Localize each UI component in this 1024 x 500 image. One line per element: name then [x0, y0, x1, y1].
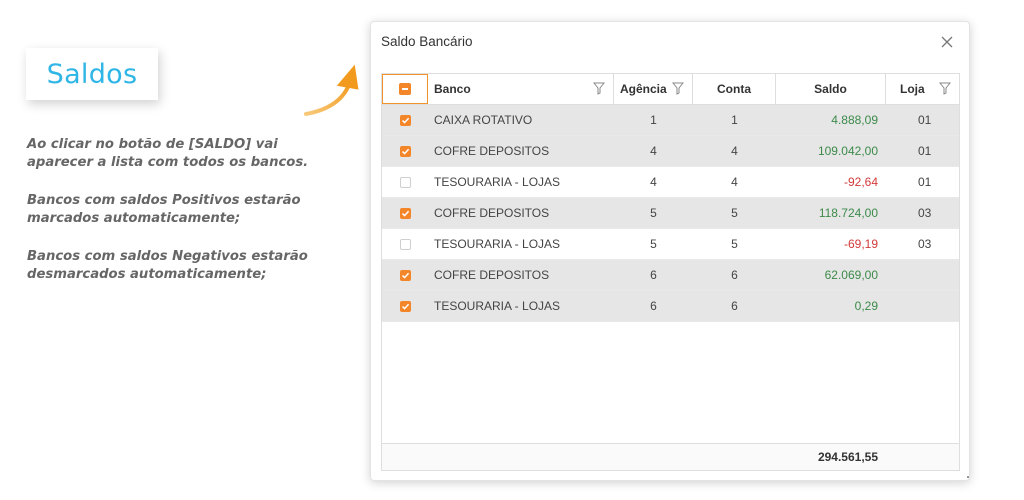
- table-row[interactable]: TESOURARIA - LOJAS 4 4 -92,64 01: [382, 167, 959, 198]
- check-icon: [401, 117, 409, 124]
- column-header-banco[interactable]: Banco: [428, 74, 614, 104]
- grid-header: Banco Agência Conta Saldo Loja: [382, 74, 959, 105]
- cell-agencia: 1: [650, 113, 657, 127]
- cell-banco: CAIXA ROTATIVO: [434, 113, 533, 127]
- row-checkbox-cell[interactable]: [382, 167, 428, 197]
- cell-loja: [886, 260, 959, 290]
- select-all-checkbox[interactable]: [399, 83, 411, 95]
- column-header-agencia[interactable]: Agência: [614, 74, 693, 104]
- cell-saldo: -69,19: [843, 237, 878, 251]
- cell-agencia: 5: [650, 237, 657, 251]
- cell-agencia: 5: [650, 206, 657, 220]
- cell-conta: 6: [731, 268, 738, 282]
- cell-conta: 4: [731, 175, 738, 189]
- note-3: Bancos com saldos Negativos estarão desm…: [27, 249, 308, 282]
- row-checkbox[interactable]: [399, 145, 411, 157]
- table-row[interactable]: CAIXA ROTATIVO 1 1 4.888,09 01: [382, 105, 959, 136]
- cell-conta: 4: [731, 144, 738, 158]
- cell-banco: COFRE DEPOSITOS: [434, 268, 550, 282]
- dialog-header: Saldo Bancário: [371, 22, 969, 64]
- cell-saldo: 109.042,00: [817, 144, 878, 158]
- table-row[interactable]: COFRE DEPOSITOS 4 4 109.042,00 01: [382, 136, 959, 167]
- cell-banco: TESOURARIA - LOJAS: [434, 237, 561, 251]
- check-icon: [401, 210, 409, 217]
- cell-loja: 03: [918, 237, 932, 251]
- cell-conta: 5: [731, 237, 738, 251]
- row-checkbox-cell[interactable]: [382, 229, 428, 259]
- row-checkbox[interactable]: [399, 300, 411, 312]
- cell-saldo: -92,64: [843, 175, 878, 189]
- cell-saldo: 118.724,00: [818, 206, 878, 220]
- row-checkbox-cell[interactable]: [382, 198, 428, 228]
- resize-dot: [967, 476, 969, 478]
- cell-banco: COFRE DEPOSITOS: [434, 144, 550, 158]
- saldo-total: 294.561,55: [817, 450, 878, 464]
- cell-agencia: 6: [650, 268, 657, 282]
- saldo-bancario-dialog: Saldo Bancário Banco Agência Conta Saldo…: [370, 21, 970, 481]
- column-label-agencia: Agência: [620, 82, 667, 96]
- cell-loja: 03: [918, 206, 932, 220]
- column-label-banco: Banco: [434, 82, 471, 96]
- cell-conta: 5: [731, 206, 738, 220]
- note-2: Bancos com saldos Positivos estarão marc…: [27, 193, 301, 226]
- column-header-conta[interactable]: Conta: [693, 74, 776, 104]
- cell-agencia: 6: [650, 299, 657, 313]
- column-header-saldo[interactable]: Saldo: [776, 74, 886, 104]
- cell-loja: [886, 291, 959, 321]
- cell-conta: 6: [731, 299, 738, 313]
- saldos-label: Saldos: [46, 58, 138, 90]
- row-checkbox[interactable]: [399, 238, 411, 250]
- row-checkbox[interactable]: [399, 176, 411, 188]
- cell-agencia: 4: [650, 144, 657, 158]
- grid-footer: 294.561,55: [382, 443, 959, 470]
- cell-agencia: 4: [650, 175, 657, 189]
- cell-banco: TESOURARIA - LOJAS: [434, 175, 561, 189]
- table-row[interactable]: TESOURARIA - LOJAS 5 5 -69,19 03: [382, 229, 959, 260]
- check-icon: [401, 272, 409, 279]
- cell-loja: 01: [918, 144, 932, 158]
- row-checkbox-cell[interactable]: [382, 291, 428, 321]
- saldos-label-box: Saldos: [26, 48, 158, 100]
- column-label-conta: Conta: [717, 82, 751, 96]
- cell-saldo: 62.069,00: [824, 268, 878, 282]
- check-icon: [401, 303, 409, 310]
- row-checkbox[interactable]: [399, 114, 411, 126]
- cell-conta: 1: [731, 113, 738, 127]
- select-all-cell[interactable]: [382, 74, 428, 104]
- cell-loja: 01: [918, 175, 932, 189]
- row-checkbox[interactable]: [399, 207, 411, 219]
- cell-banco: TESOURARIA - LOJAS: [434, 299, 561, 313]
- cell-loja: 01: [918, 113, 932, 127]
- close-icon[interactable]: [939, 34, 955, 50]
- indeterminate-icon: [402, 88, 408, 90]
- table-row[interactable]: COFRE DEPOSITOS 6 6 62.069,00: [382, 260, 959, 291]
- cell-banco: COFRE DEPOSITOS: [434, 206, 550, 220]
- row-checkbox[interactable]: [399, 269, 411, 281]
- curved-arrow-icon: [304, 64, 359, 116]
- bank-balance-grid: Banco Agência Conta Saldo Loja CAIXA ROT…: [381, 73, 960, 471]
- table-row[interactable]: TESOURARIA - LOJAS 6 6 0,29: [382, 291, 959, 322]
- row-checkbox-cell[interactable]: [382, 136, 428, 166]
- dialog-title: Saldo Bancário: [381, 34, 473, 49]
- filter-icon-agencia[interactable]: [672, 82, 684, 95]
- column-label-saldo: Saldo: [814, 82, 847, 96]
- column-label-loja: Loja: [900, 82, 925, 96]
- column-header-loja[interactable]: Loja: [886, 74, 959, 104]
- row-checkbox-cell[interactable]: [382, 105, 428, 135]
- table-row[interactable]: COFRE DEPOSITOS 5 5 118.724,00 03: [382, 198, 959, 229]
- note-1: Ao clicar no botão de [SALDO] vai aparec…: [27, 137, 309, 170]
- check-icon: [401, 148, 409, 155]
- filter-icon-banco[interactable]: [593, 82, 605, 95]
- filter-icon-loja[interactable]: [939, 82, 951, 95]
- grid-rows: CAIXA ROTATIVO 1 1 4.888,09 01 COFRE DEP…: [382, 105, 959, 322]
- row-checkbox-cell[interactable]: [382, 260, 428, 290]
- cell-saldo: 0,29: [854, 299, 878, 313]
- cell-saldo: 4.888,09: [831, 113, 878, 127]
- instruction-notes: Ao clicar no botão de [SALDO] vai aparec…: [27, 136, 347, 304]
